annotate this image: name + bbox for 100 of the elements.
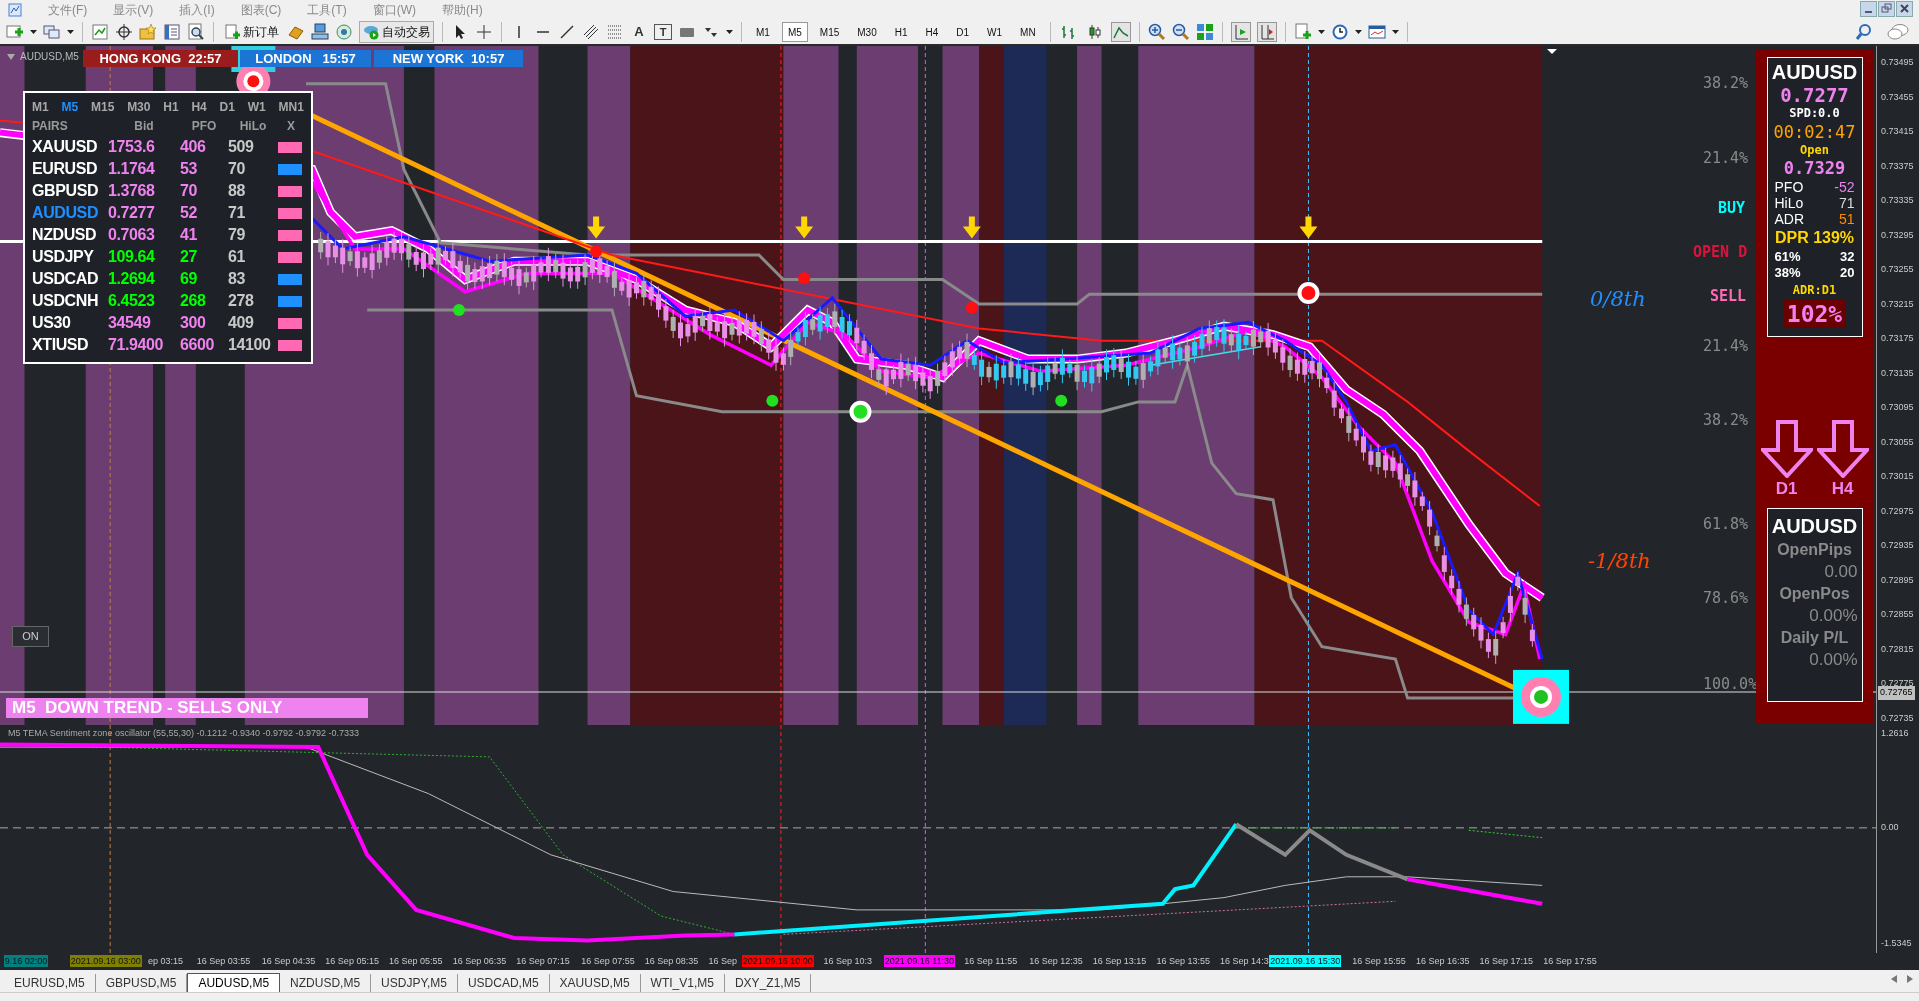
price-tick-label: 0.73015 — [1881, 470, 1914, 483]
fib-level-label: 21.4% — [1703, 150, 1749, 166]
price-tick-label: 0.72855 — [1881, 608, 1914, 621]
timeframe-tab[interactable]: M1 — [32, 98, 49, 116]
column-header: PAIRS — [32, 118, 69, 135]
time-tick-label: 16 Sep 17:55 — [1542, 955, 1598, 967]
price-tick-label: 0.73335 — [1881, 194, 1914, 207]
price-tick-label: 0.73095 — [1881, 401, 1914, 414]
pair-name[interactable]: USDCNH — [32, 289, 108, 313]
price-tick-label: 0.73135 — [1881, 366, 1914, 380]
pair-name[interactable]: GBPUSD — [32, 179, 108, 203]
time-tick-label: 16 Sep 08:35 — [643, 955, 700, 967]
timeframe-button[interactable]: M30 — [851, 22, 883, 42]
pair-name[interactable]: USDCAD — [32, 267, 108, 291]
time-tick-label: 16 Sep 03:55 — [195, 955, 252, 967]
fib-level-label: 38.2% — [1703, 75, 1749, 91]
open-label: Open — [1800, 143, 1829, 157]
text-tool-button[interactable]: A — [630, 22, 648, 42]
time-tick-label: 16 Sep 14:3 — [1219, 955, 1270, 967]
adr-percent: 102% — [1782, 300, 1847, 328]
clock-label: HONG KONG 22:57 — [83, 50, 238, 67]
pfo-value: 69 — [180, 269, 198, 289]
indicator-label: M5 TEMA Sentiment zone oscillator (55,55,30) -0.1212 -0.9340 -0.9792 -0.9792 -0.7333 — [8, 727, 360, 740]
chart-title: AUDUSD,M5 — [20, 50, 79, 64]
time-tick-label: 16 Sep 11:55 — [963, 955, 1019, 967]
stat-value: -52 — [1834, 179, 1855, 195]
pfo-value: 70 — [180, 181, 198, 201]
time-tick-label: 16 Sep 15:55 — [1351, 955, 1407, 967]
timeframe-button[interactable]: M1 — [750, 22, 776, 42]
fib-level-label: 21.4% — [1703, 338, 1749, 354]
timeframe-button[interactable]: MN — [1014, 22, 1042, 42]
clock-label: LONDON 15:57 — [240, 50, 371, 67]
level-label: 38% — [1774, 265, 1801, 281]
hilo-value: 88 — [228, 181, 246, 201]
fib-level-label: 38.2% — [1703, 412, 1749, 428]
pair-name[interactable]: NZDUSD — [32, 223, 108, 247]
pair-name[interactable]: XTIUSD — [32, 333, 108, 357]
bid-price: 0.7063 — [108, 225, 156, 245]
column-header: Bid — [133, 118, 155, 135]
new-order-button[interactable]: 新订单 — [222, 21, 281, 43]
time-tick-label: ep 03:15 — [146, 955, 184, 967]
auto-trading-button[interactable]: 自动交易 — [359, 21, 434, 43]
bid-price: 71.9400 — [108, 335, 165, 355]
time-tick-label: 16 Sep 17:15 — [1478, 955, 1535, 967]
stat-value: 71 — [1838, 195, 1855, 211]
timeframe-tab[interactable]: M30 — [127, 98, 151, 116]
bid-price: 6.4523 — [108, 291, 156, 311]
timeframe-label: D1 — [1775, 478, 1798, 500]
timeframe-button[interactable]: M5 — [781, 22, 808, 42]
time-tick-label: 16 Sep 06:35 — [451, 955, 508, 967]
timeframe-tab[interactable]: H4 — [191, 98, 207, 116]
position-value: 0.00% — [1809, 649, 1859, 671]
timeframe-label: H4 — [1831, 478, 1854, 500]
pair-name[interactable]: USDJPY — [32, 245, 108, 269]
pair-name[interactable]: AUDUSD — [32, 201, 108, 225]
symbol-label: AUDUSD — [1771, 514, 1858, 539]
level-value: 32 — [1840, 249, 1855, 265]
bid-price: 1753.6 — [108, 137, 156, 157]
time-tick-label: 2021.09.16 11:30 — [883, 955, 956, 967]
timeframe-button[interactable]: D1 — [950, 22, 976, 42]
position-label: OpenPips — [1777, 540, 1852, 560]
price-tick-label: 0.72735 — [1881, 711, 1914, 725]
level-value: 20 — [1840, 265, 1855, 281]
chart-tab[interactable]: AUDUSD,M5 — [187, 973, 281, 992]
column-header: HiLo — [238, 118, 268, 135]
text-label-tool-button[interactable]: T — [654, 24, 672, 40]
timeframe-tab[interactable]: MN1 — [278, 98, 304, 116]
pair-name[interactable]: US30 — [32, 311, 108, 335]
timeframe-tab[interactable]: M15 — [90, 98, 115, 116]
time-tick-label: 2021.09.16 10:00 — [741, 955, 814, 967]
timeframe-tab[interactable]: M5 — [61, 98, 79, 116]
timeframe-button[interactable]: W1 — [981, 22, 1009, 42]
current-price-label: 0.72765 — [1878, 686, 1915, 700]
on-button[interactable]: ON — [12, 626, 49, 647]
hilo-value: 14100 — [228, 335, 272, 355]
price-tick-label: 0.72975 — [1881, 504, 1914, 518]
time-tick-label: 16 Sep 07:55 — [580, 955, 636, 967]
position-label: OpenPos — [1779, 584, 1850, 604]
position-label: Daily P/L — [1780, 628, 1849, 648]
timeframe-tab[interactable]: H1 — [163, 98, 179, 116]
open-price: 0.7329 — [1783, 157, 1846, 179]
price-tick-label: 0.73055 — [1881, 435, 1914, 449]
timeframe-tab[interactable]: D1 — [219, 98, 235, 116]
hilo-value: 70 — [228, 159, 246, 179]
price-tick-label: 0.72895 — [1881, 573, 1914, 587]
pair-name[interactable]: XAUUSD — [32, 135, 108, 159]
price-tick-label: 0.73495 — [1881, 56, 1914, 69]
timeframe-button[interactable]: H1 — [888, 22, 914, 42]
price-tick-label: 0.73415 — [1881, 125, 1914, 138]
countdown-timer: 00:02:47 — [1773, 121, 1856, 143]
bid-price: 0.7277 — [108, 203, 156, 223]
time-tick-label: 16 Sep 07:15 — [515, 955, 571, 967]
timeframe-button[interactable]: H4 — [919, 22, 945, 42]
stat-label: PFO — [1774, 179, 1804, 195]
adr-label: ADR:D1 — [1792, 283, 1837, 298]
pfo-value: 41 — [180, 225, 198, 245]
pair-name[interactable]: EURUSD — [32, 157, 108, 181]
timeframe-button[interactable]: M15 — [813, 22, 846, 42]
pfo-value: 27 — [180, 247, 198, 267]
timeframe-tab[interactable]: W1 — [247, 98, 266, 116]
